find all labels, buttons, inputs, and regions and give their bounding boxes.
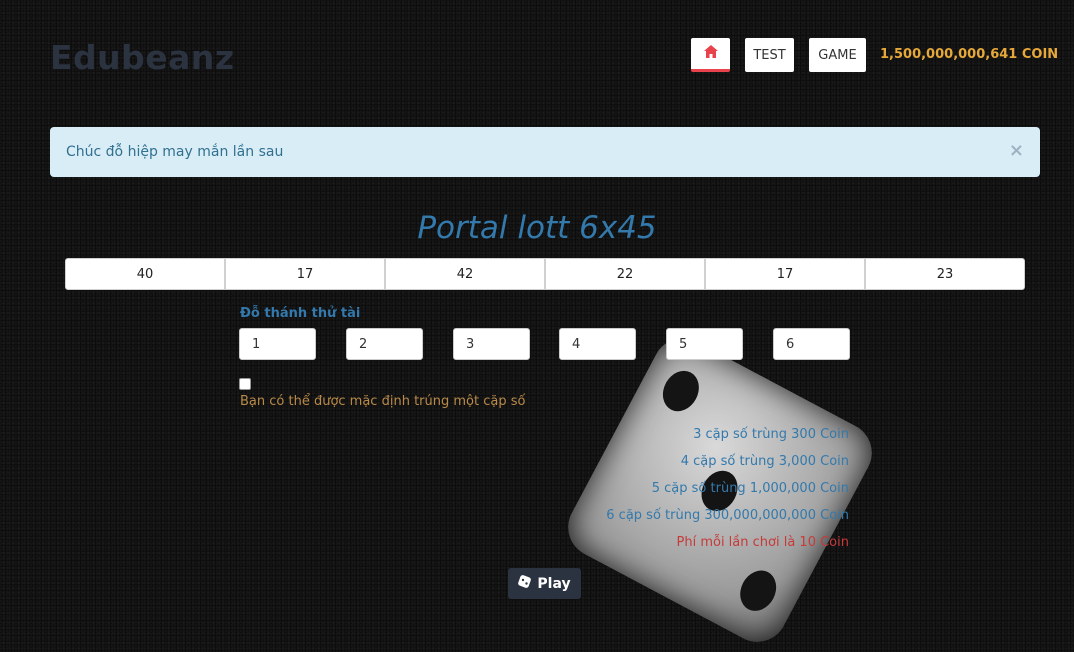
results-row: 40 17 42 22 17 23 xyxy=(65,258,1025,290)
result-cell: 40 xyxy=(65,258,225,290)
alert-message: Chúc đỗ hiệp may mắn lần sau xyxy=(66,144,284,160)
guess-input-3[interactable] xyxy=(453,328,530,360)
alert-banner: Chúc đỗ hiệp may mắn lần sau × xyxy=(50,127,1040,177)
result-cell: 17 xyxy=(225,258,385,290)
play-label: Play xyxy=(537,575,571,592)
result-cell: 23 xyxy=(865,258,1025,290)
dice-pip xyxy=(656,364,706,418)
nav-home-button[interactable] xyxy=(691,38,730,72)
coin-balance: 1,500,000,000,641 COIN xyxy=(880,47,1059,62)
guess-input-2[interactable] xyxy=(346,328,423,360)
close-icon[interactable]: × xyxy=(1009,142,1024,160)
result-cell: 42 xyxy=(385,258,545,290)
play-button[interactable]: Play xyxy=(508,568,581,599)
guess-input-6[interactable] xyxy=(773,328,850,360)
home-icon xyxy=(703,45,718,62)
nav-test-button[interactable]: TEST xyxy=(745,38,794,72)
prize-line: 6 cặp số trùng 300,000,000,000 Coin xyxy=(606,508,849,523)
dice-pip xyxy=(733,564,784,618)
default-pair-label: Bạn có thể được mặc định trúng một cặp s… xyxy=(240,394,526,409)
guess-input-1[interactable] xyxy=(239,328,316,360)
prize-line: 5 cặp số trùng 1,000,000 Coin xyxy=(651,481,849,496)
nav-game-button[interactable]: GAME xyxy=(809,38,866,72)
prize-line: 4 cặp số trùng 3,000 Coin xyxy=(680,454,849,469)
guess-input-4[interactable] xyxy=(559,328,636,360)
default-pair-checkbox[interactable] xyxy=(239,378,251,390)
guess-label: Đỗ thánh thử tài xyxy=(240,306,361,321)
guess-input-5[interactable] xyxy=(666,328,743,360)
game-title: Portal lott 6x45 xyxy=(417,210,657,246)
fee-notice: Phí mỗi lần chơi là 10 Coin xyxy=(676,535,850,550)
brand-logo[interactable]: Edubeanz xyxy=(50,38,235,77)
result-cell: 17 xyxy=(705,258,865,290)
dice-icon xyxy=(518,575,532,592)
prize-line: 3 cặp số trùng 300 Coin xyxy=(693,427,849,442)
result-cell: 22 xyxy=(545,258,705,290)
